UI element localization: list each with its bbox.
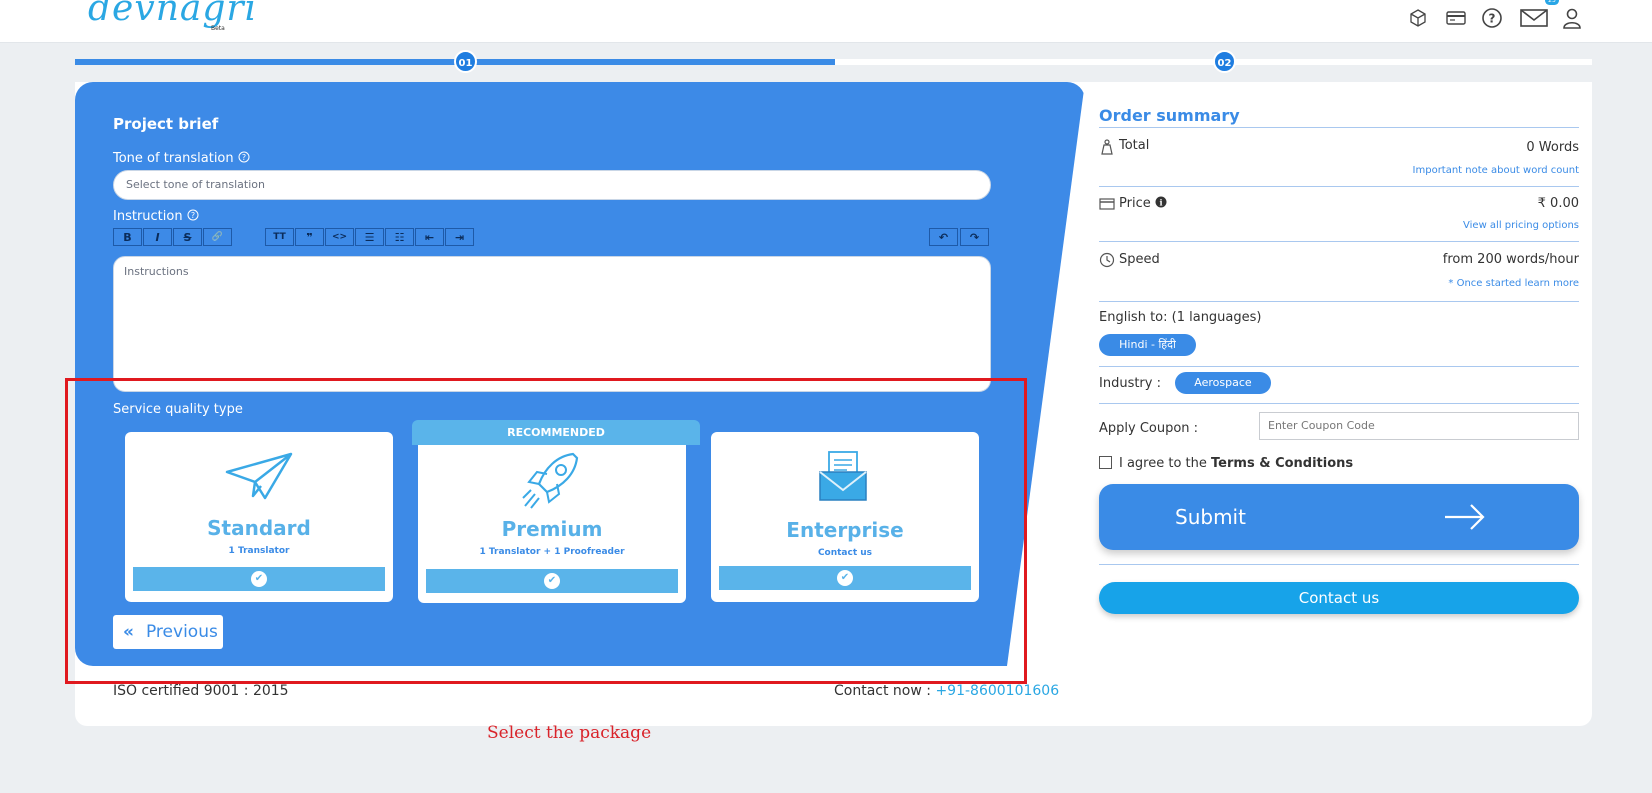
tone-select[interactable]: Select tone of translation xyxy=(113,170,991,200)
coupon-input[interactable]: Enter Coupon Code xyxy=(1259,412,1579,440)
tone-label-text: Tone of translation xyxy=(113,151,234,166)
price-label-text: Price xyxy=(1119,196,1151,211)
contact-us-button[interactable]: Contact us xyxy=(1099,582,1579,614)
highlight-box xyxy=(65,378,1027,684)
submit-label: Submit xyxy=(1175,505,1246,529)
industry-pill[interactable]: Aerospace xyxy=(1175,372,1271,394)
bold-button[interactable]: B xyxy=(113,228,142,246)
redo-button[interactable]: ↷ xyxy=(960,228,989,246)
divider xyxy=(1099,127,1579,128)
logo[interactable]: devnagri xyxy=(88,0,257,29)
total-label: Total xyxy=(1119,138,1150,153)
mail-icon[interactable] xyxy=(1519,6,1549,30)
price-value: ₹ 0.00 xyxy=(1537,196,1579,211)
tone-label: Tone of translation ? xyxy=(113,151,250,166)
word-count-note-link[interactable]: Important note about word count xyxy=(1413,165,1579,176)
help-icon[interactable]: ? xyxy=(1480,6,1504,30)
submit-button[interactable]: Submit xyxy=(1099,484,1579,550)
price-label: Price i xyxy=(1119,196,1167,211)
divider xyxy=(1099,366,1579,367)
card-icon[interactable] xyxy=(1444,6,1468,30)
weight-icon xyxy=(1101,139,1113,155)
language-pill[interactable]: Hindi - हिंदी xyxy=(1099,334,1196,356)
help-icon[interactable]: ? xyxy=(238,151,250,163)
contact-prefix: Contact now : xyxy=(834,683,936,699)
svg-text:?: ? xyxy=(191,211,195,220)
languages-label: English to: (1 languages) xyxy=(1099,310,1262,325)
bullet-list-button[interactable]: ☰ xyxy=(355,228,384,246)
divider xyxy=(1099,186,1579,187)
user-icon[interactable] xyxy=(1560,6,1584,30)
divider xyxy=(1099,241,1579,242)
total-value: 0 Words xyxy=(1526,140,1579,155)
outdent-button[interactable]: ⇤ xyxy=(415,228,444,246)
pricing-options-link[interactable]: View all pricing options xyxy=(1463,220,1579,231)
strikethrough-button[interactable]: S xyxy=(173,228,202,246)
speed-learn-more-link[interactable]: * Once started learn more xyxy=(1448,278,1579,289)
divider xyxy=(1099,403,1579,404)
instruction-label-text: Instruction xyxy=(113,209,183,224)
terms-prefix: I agree to the xyxy=(1119,456,1212,471)
logo-beta-label: Beta xyxy=(211,25,225,32)
speed-label: Speed xyxy=(1119,252,1160,267)
industry-label: Industry : xyxy=(1099,376,1161,391)
indent-button[interactable]: ⇥ xyxy=(445,228,474,246)
instruction-label: Instruction ? xyxy=(113,209,199,224)
info-icon[interactable]: i xyxy=(1155,196,1167,208)
undo-button[interactable]: ↶ xyxy=(929,228,958,246)
coupon-label: Apply Coupon : xyxy=(1099,421,1199,436)
arrow-right-icon xyxy=(1445,504,1485,530)
project-brief-title: Project brief xyxy=(113,115,219,133)
speed-value: from 200 words/hour xyxy=(1442,252,1579,267)
iso-certification: ISO certified 9001 : 2015 xyxy=(113,683,289,699)
instructions-textarea[interactable]: Instructions xyxy=(113,256,991,392)
link-button[interactable]: 🔗 xyxy=(203,228,232,246)
terms-checkbox[interactable] xyxy=(1099,456,1112,469)
code-button[interactable]: <> xyxy=(325,228,354,246)
numbered-list-button[interactable]: ☷ xyxy=(385,228,414,246)
help-icon[interactable]: ? xyxy=(187,209,199,221)
price-card-icon xyxy=(1099,198,1115,210)
box-icon[interactable] xyxy=(1406,6,1430,30)
step-1-indicator[interactable]: 01 xyxy=(454,50,477,73)
step-2-indicator[interactable]: 02 xyxy=(1213,50,1236,73)
divider xyxy=(1099,564,1579,565)
svg-text:?: ? xyxy=(242,153,246,162)
annotation-note: Select the package xyxy=(487,723,652,743)
heading-button[interactable]: TT xyxy=(265,228,294,246)
italic-button[interactable]: I xyxy=(143,228,172,246)
phone-link[interactable]: +91-8600101606 xyxy=(935,683,1059,699)
svg-text:i: i xyxy=(1159,198,1162,208)
clock-icon xyxy=(1099,252,1115,268)
terms-label: I agree to the Terms & Conditions xyxy=(1119,456,1353,471)
footer-contact: Contact now : +91-8600101606 xyxy=(834,683,1059,699)
terms-link[interactable]: Terms & Conditions xyxy=(1211,456,1353,471)
mail-count-badge: 25 xyxy=(1545,0,1559,5)
svg-text:?: ? xyxy=(1489,12,1496,26)
order-summary-title: Order summary xyxy=(1099,106,1240,125)
divider xyxy=(1099,301,1579,302)
quote-button[interactable]: ❞ xyxy=(295,228,324,246)
